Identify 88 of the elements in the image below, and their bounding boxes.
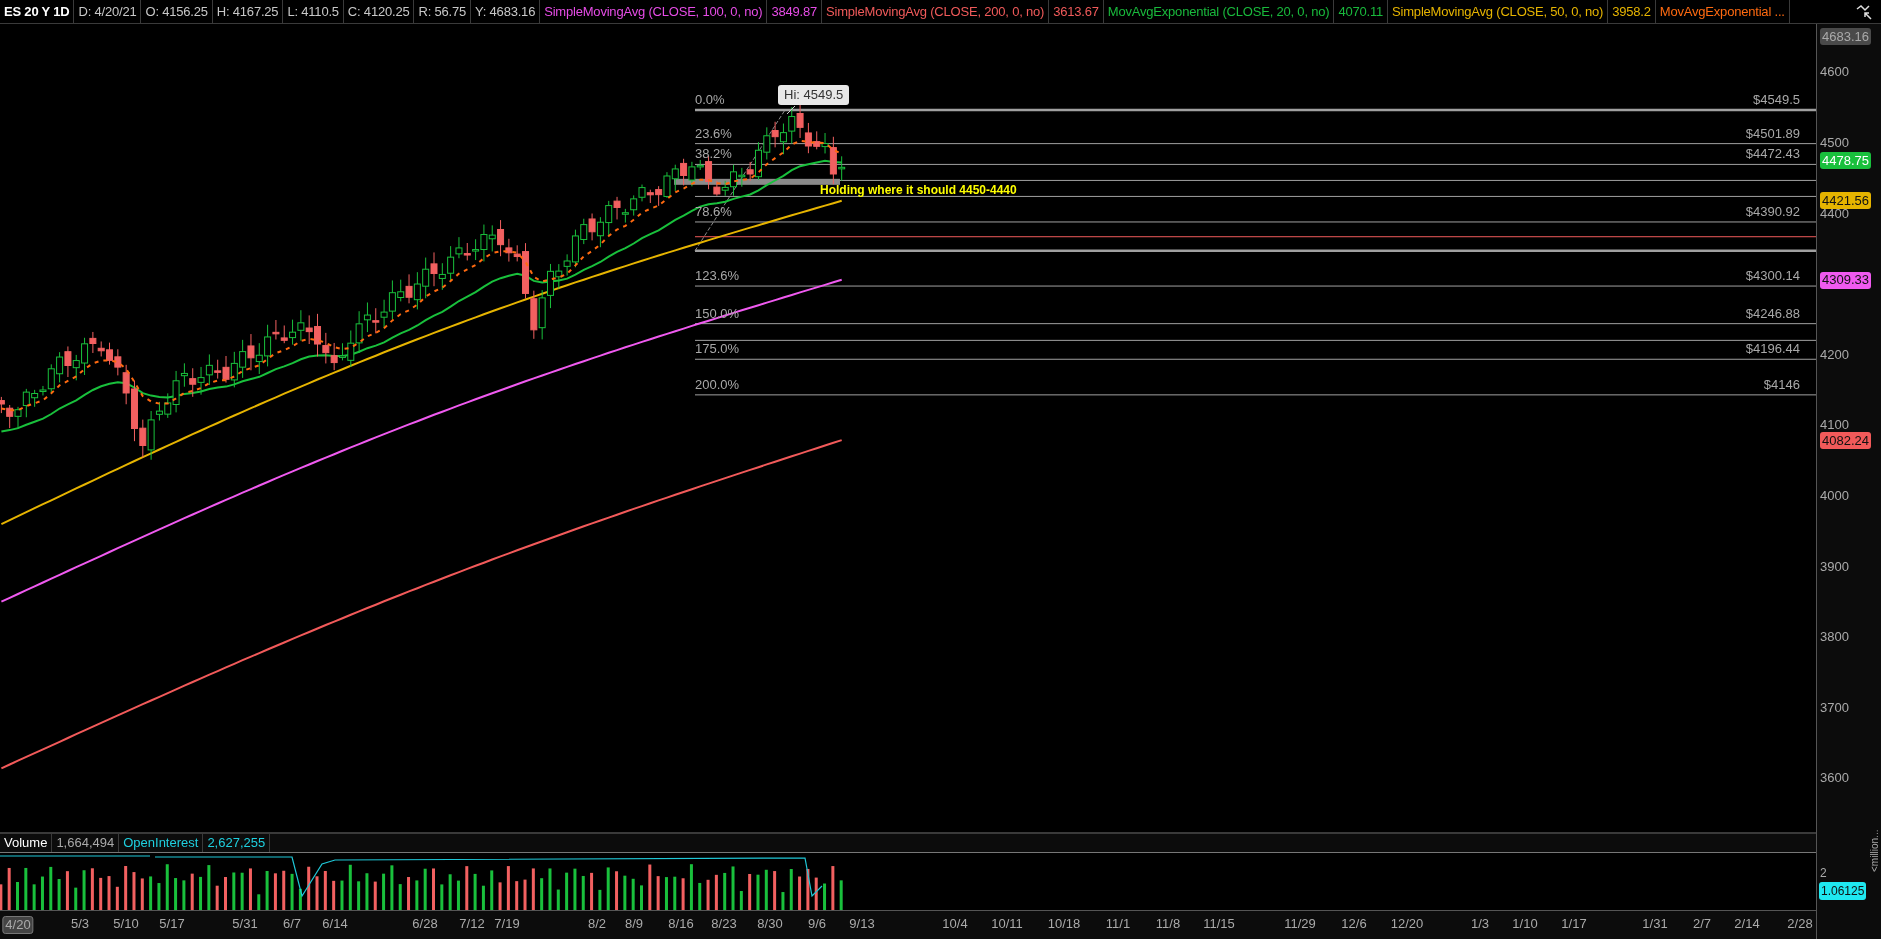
price-tag: 4478.75: [1820, 151, 1871, 169]
date-tick-label: 5/3: [70, 916, 90, 932]
volume-tag: 1.06125: [1819, 882, 1867, 900]
fib-price-label: $4501.89: [1745, 125, 1800, 142]
quote-field: R: 56.75: [414, 0, 471, 23]
study-label: SimpleMovingAvg (CLOSE, 200, 0, no): [822, 0, 1050, 23]
fib-price-label: $4549.5: [1753, 92, 1800, 108]
date-tick-label: 2/14: [1734, 916, 1760, 932]
fib-price-label: $4390.92: [1745, 203, 1800, 220]
date-tick-label: 7/12: [459, 916, 485, 932]
date-tick-label: 12/6: [1341, 916, 1367, 932]
date-tick-label: 8/2: [587, 916, 607, 932]
price-tick-label: 4200: [1820, 347, 1849, 362]
price-tick-label: 3700: [1820, 700, 1849, 715]
fib-percent-label: 23.6%: [695, 125, 732, 142]
price-tick-label: 4000: [1820, 488, 1849, 503]
date-tick-label: 7/19: [494, 916, 520, 932]
fib-percent-label: 38.2%: [695, 146, 732, 163]
open-interest-label: OpenInterest: [119, 833, 204, 853]
price-tick-label: 3800: [1820, 630, 1849, 645]
study-label: SimpleMovingAvg (CLOSE, 100, 0, no): [540, 0, 768, 23]
fib-percent-label: 123.6%: [695, 268, 740, 285]
date-tick-label: 11/15: [1203, 916, 1235, 932]
price-tag: 4421.56: [1820, 192, 1871, 210]
date-tick-label: 5/17: [159, 916, 185, 932]
fib-price-label: $4472.43: [1745, 146, 1800, 163]
study-value: 3849.87: [767, 0, 822, 23]
quote-field: L: 4110.5: [283, 0, 344, 23]
fib-price-label: $4246.88: [1745, 305, 1800, 322]
date-tick-label: 5/10: [113, 916, 139, 932]
study-value: 3613.67: [1049, 0, 1104, 23]
date-tick-label: 1/10: [1512, 916, 1538, 932]
volume-tick-label: 2: [1820, 865, 1827, 882]
study-label: MovAvgExponential (CLOSE, 20, 0, no): [1103, 0, 1335, 23]
fib-price-label: $4196.44: [1745, 341, 1800, 358]
date-tick-label: 8/30: [757, 916, 783, 932]
date-tick-label: 8/9: [624, 916, 644, 932]
study-value: 3958.2: [1608, 0, 1656, 23]
fib-percent-label: 78.6%: [695, 203, 732, 220]
fib-price-label: $4300.14: [1745, 268, 1800, 285]
open-interest-value: 2,627,255: [203, 833, 271, 853]
date-tick-label: 8/16: [668, 916, 694, 932]
date-tick-label: 6/14: [322, 916, 348, 932]
price-tick-label: 4600: [1820, 65, 1849, 80]
fib-percent-label: 0.0%: [695, 92, 725, 108]
volume-unit-label: <million...: [1868, 829, 1881, 872]
price-tick-label: 4100: [1820, 418, 1849, 433]
date-tick-label: 1/17: [1561, 916, 1587, 932]
price-tick-label: 3900: [1820, 559, 1849, 574]
price-tag: 4309.33: [1820, 271, 1871, 289]
date-tick-label: 4/20: [2, 916, 34, 934]
date-tick-label: 11/8: [1155, 916, 1181, 932]
date-tick-label: 1/31: [1642, 916, 1668, 932]
study-value: 4070.11: [1334, 0, 1389, 23]
date-tick-label: 2/7: [1692, 916, 1712, 932]
volume-label: Volume: [0, 833, 53, 853]
date-tick-label: 9/13: [849, 916, 875, 932]
date-tick-label: 5/31: [232, 916, 258, 932]
date-tick-label: 8/23: [711, 916, 737, 932]
price-tick-label: 4500: [1820, 135, 1849, 150]
date-tick-label: 12/20: [1390, 916, 1424, 932]
date-tick-label: 10/11: [991, 916, 1023, 932]
volume-value: 1,664,494: [52, 833, 120, 853]
high-callout: Hi: 4549.5: [778, 85, 850, 105]
fib-percent-label: 200.0%: [695, 376, 740, 393]
date-tick-label: 6/28: [412, 916, 438, 932]
date-tick-label: 11/29: [1284, 916, 1316, 932]
date-tick-label: 9/6: [807, 916, 827, 932]
price-tick-label: 3600: [1820, 771, 1849, 786]
quote-field: C: 4120.25: [343, 0, 415, 23]
quote-field: Y: 4683.16: [471, 0, 541, 23]
price-tag: 4082.24: [1820, 431, 1871, 449]
quote-field: H: 4167.25: [212, 0, 284, 23]
fib-price-label: $4146: [1763, 376, 1800, 393]
date-tick-label: 1/3: [1470, 916, 1490, 932]
date-tick-label: 10/18: [1047, 916, 1081, 932]
quote-field: O: 4156.25: [141, 0, 213, 23]
fib-percent-label: 175.0%: [695, 341, 740, 358]
study-label: MovAvgExponential ...: [1655, 0, 1790, 23]
chart-note: Holding where it should 4450-4440: [820, 182, 1017, 199]
quote-field: D: 4/20/21: [74, 0, 142, 23]
date-tick-label: 11/1: [1105, 916, 1131, 932]
study-label: SimpleMovingAvg (CLOSE, 50, 0, no): [1388, 0, 1609, 23]
date-tick-label: 10/4: [942, 916, 968, 932]
date-tick-label: 6/7: [282, 916, 302, 932]
symbol-label: ES 20 Y 1D: [0, 0, 75, 23]
date-tick-label: 2/28: [1787, 916, 1813, 932]
price-tag: 4683.16: [1820, 28, 1871, 45]
